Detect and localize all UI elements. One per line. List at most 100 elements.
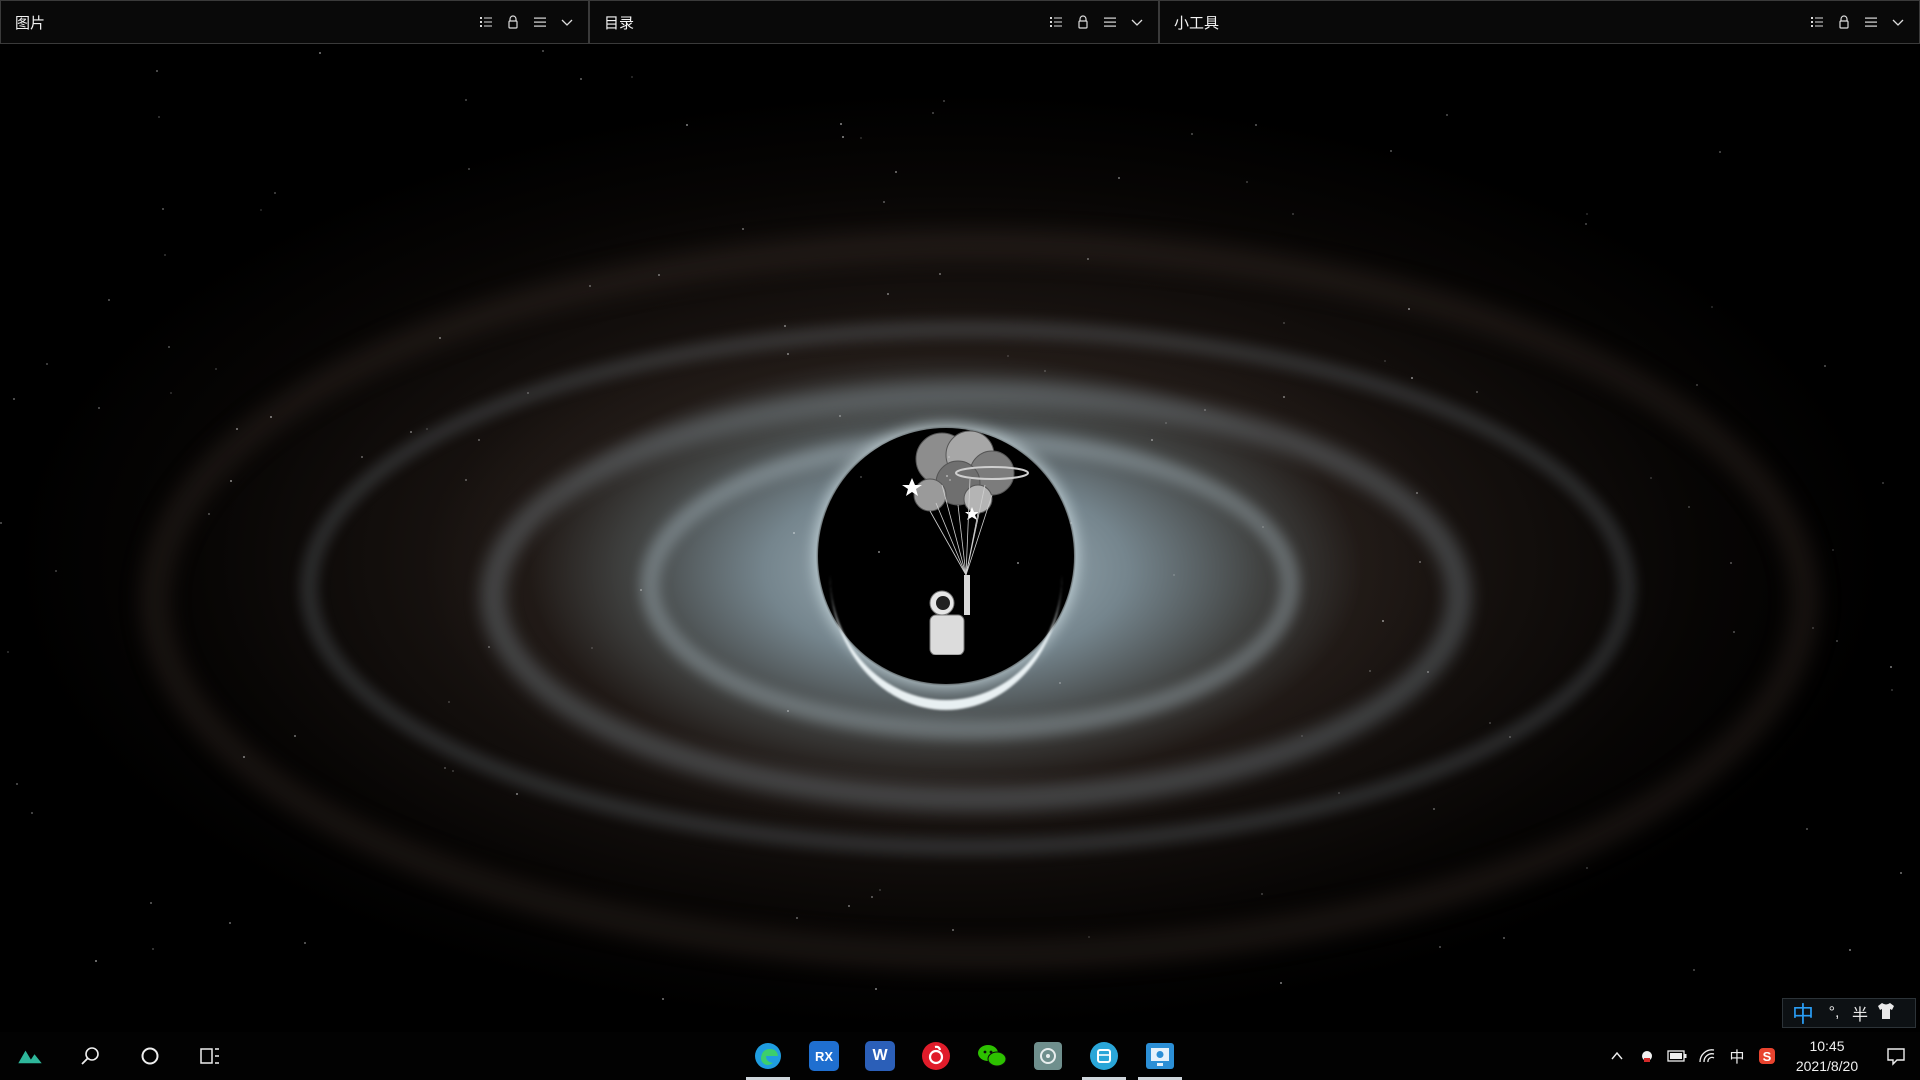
search-icon[interactable] [60, 1032, 120, 1080]
star [150, 902, 152, 904]
star [784, 325, 786, 327]
star [1165, 422, 1167, 424]
notification-center-icon[interactable] [1872, 1032, 1920, 1080]
view-list-icon[interactable] [478, 15, 493, 30]
star [839, 415, 841, 417]
star [1891, 689, 1893, 691]
star [208, 513, 210, 515]
star [949, 479, 951, 481]
star [13, 398, 15, 400]
lock-icon[interactable] [1836, 15, 1851, 30]
task-view-icon[interactable] [180, 1032, 240, 1080]
cortana-icon[interactable] [120, 1032, 180, 1080]
star [860, 137, 862, 139]
shirt-icon[interactable] [1875, 1001, 1897, 1026]
star [1173, 574, 1175, 576]
star [840, 123, 842, 125]
fence-directory[interactable]: 目录 [589, 0, 1159, 44]
star [879, 889, 881, 891]
menu-icon[interactable] [1102, 15, 1117, 30]
fence-toolbar [1048, 15, 1144, 30]
battery-icon[interactable] [1662, 1032, 1692, 1080]
rx-app-icon[interactable]: RX [796, 1032, 852, 1080]
star [1585, 223, 1587, 225]
star [1017, 562, 1019, 564]
ime-mode-toggle[interactable]: 中 [1787, 997, 1819, 1029]
ime-punctuation-toggle[interactable]: °, [1823, 1004, 1845, 1022]
star [294, 735, 296, 737]
star [1476, 391, 1478, 393]
fence-tools[interactable]: 小工具 [1159, 0, 1920, 44]
view-list-icon[interactable] [1048, 15, 1063, 30]
star [1696, 384, 1698, 386]
ime-indicator[interactable]: 中 [1722, 1032, 1752, 1080]
word-icon[interactable]: W [852, 1032, 908, 1080]
star [1711, 306, 1713, 308]
wifi-icon[interactable] [1692, 1032, 1722, 1080]
star [0, 522, 2, 524]
star [796, 917, 798, 919]
fences-icon[interactable] [1076, 1032, 1132, 1080]
edge-icon[interactable] [740, 1032, 796, 1080]
star [848, 905, 850, 907]
star [46, 363, 48, 365]
star [1283, 322, 1285, 324]
star [952, 929, 954, 931]
chevron-down-icon[interactable] [1890, 15, 1905, 30]
star [448, 701, 450, 703]
star [1586, 867, 1588, 869]
menu-icon[interactable] [1863, 15, 1878, 30]
ime-width-toggle[interactable]: 半 [1849, 1001, 1871, 1025]
lock-icon[interactable] [1075, 15, 1090, 30]
star [1088, 936, 1090, 938]
desktop: 图片 目录 小工具 中 °, 半 RX W 中 S 10:45 2021/8/2… [0, 0, 1920, 1080]
chevron-down-icon[interactable] [559, 15, 574, 30]
star [1503, 937, 1505, 939]
star [658, 274, 660, 276]
star [468, 168, 470, 170]
star [516, 793, 518, 795]
fence-toolbar [478, 15, 574, 30]
taskbar-clock[interactable]: 10:45 2021/8/20 [1782, 1032, 1872, 1080]
star [1390, 150, 1392, 152]
star [1118, 177, 1120, 179]
chevron-down-icon[interactable] [1129, 15, 1144, 30]
wechat-icon[interactable] [964, 1032, 1020, 1080]
tray-app-icon[interactable] [1632, 1032, 1662, 1080]
star [1882, 482, 1884, 484]
star [895, 171, 897, 173]
star [31, 812, 33, 814]
star [304, 942, 306, 944]
star [452, 770, 454, 772]
star [319, 52, 321, 54]
star [1261, 893, 1263, 895]
star [1719, 151, 1721, 153]
ime-status-bar[interactable]: 中 °, 半 [1782, 998, 1916, 1028]
fence-pictures[interactable]: 图片 [0, 0, 589, 44]
star [215, 368, 217, 370]
star [1246, 181, 1248, 183]
remote-desktop-icon[interactable] [1132, 1032, 1188, 1080]
star [108, 299, 110, 301]
chevron-up-icon[interactable] [1602, 1032, 1632, 1080]
star [787, 710, 789, 712]
star [98, 407, 100, 409]
launcher-icon[interactable] [0, 1032, 60, 1080]
star [542, 50, 544, 52]
star [1836, 640, 1838, 642]
star [229, 922, 231, 924]
star [158, 116, 160, 118]
netease-music-icon[interactable] [908, 1032, 964, 1080]
rx-app-label: RX [809, 1041, 839, 1071]
star [361, 456, 363, 458]
view-list-icon[interactable] [1809, 15, 1824, 30]
system-tray: 中 S 10:45 2021/8/20 [1602, 1032, 1920, 1080]
menu-icon[interactable] [532, 15, 547, 30]
lock-icon[interactable] [505, 15, 520, 30]
star [1087, 258, 1089, 260]
settings-tool-icon[interactable] [1020, 1032, 1076, 1080]
sogou-ime-icon[interactable]: S [1752, 1032, 1782, 1080]
star [1255, 124, 1257, 126]
star [478, 439, 480, 441]
star [591, 647, 593, 649]
